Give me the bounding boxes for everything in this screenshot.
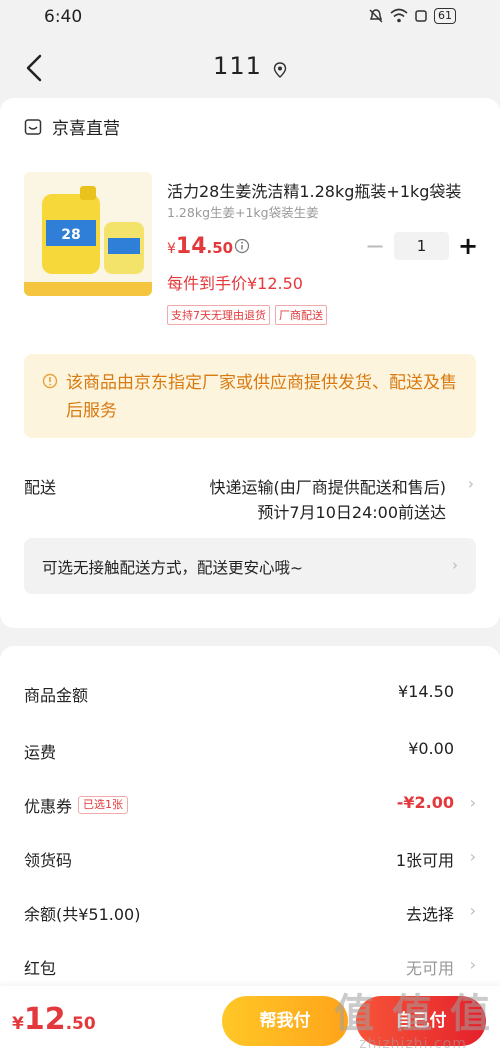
quantity-stepper: − 1 +: [364, 232, 479, 260]
tag-vendor-delivery: 厂商配送: [275, 305, 327, 325]
freight-value: ¥0.00: [408, 739, 454, 758]
goods-amount-label: 商品金额: [24, 686, 89, 705]
alarm-icon: [415, 10, 427, 22]
pickup-code-value: 1张可用: [395, 851, 454, 870]
coupon-value: -¥2.00: [396, 793, 454, 812]
contactless-chevron-right-icon: ›: [452, 556, 458, 574]
product-spec: 1.28kg生姜+1kg袋装生姜: [167, 205, 319, 220]
contactless-delivery-option[interactable]: 可选无接触配送方式，配送更安心哦~ ›: [24, 538, 476, 594]
watermark-logo: 值 值 值: [334, 991, 492, 1037]
quantity-decrease-button[interactable]: −: [364, 234, 386, 258]
help-me-pay-button[interactable]: 帮我付: [222, 996, 348, 1046]
coupon-chevron-right-icon: ›: [469, 793, 476, 812]
shipping-eta: 预计7月10日24:00前送达: [257, 503, 446, 522]
pickup-code-label: 领货码: [24, 851, 73, 870]
detergent-bottle-image: 28: [24, 172, 152, 296]
total-price: ¥12.50: [12, 1002, 96, 1037]
total-integer: 12: [23, 1002, 66, 1037]
bottom-bar: ¥12.50 帮我付 自己付 值 值 值 zhizhizhi.com: [0, 986, 500, 1056]
wifi-icon: [390, 8, 408, 23]
contactless-text: 可选无接触配送方式，配送更安心哦~: [42, 559, 303, 577]
total-symbol: ¥: [12, 1014, 24, 1034]
row-coupon[interactable]: 优惠券 已选1张 -¥2.00 ›: [0, 789, 500, 819]
page-title-wrap[interactable]: 111: [0, 52, 500, 80]
header: 111: [0, 34, 500, 100]
svg-text:28: 28: [61, 227, 80, 243]
status-time: 6:40: [44, 7, 83, 27]
store-name: 京喜直营: [52, 119, 120, 139]
shipping-chevron-right-icon[interactable]: ›: [468, 474, 474, 493]
notice-info-icon: [42, 373, 58, 389]
red-packet-value: 无可用: [405, 959, 454, 978]
product-image[interactable]: 28: [24, 172, 152, 296]
row-pickup-code[interactable]: 领货码 1张可用 ›: [0, 843, 500, 873]
price-symbol: ¥: [167, 241, 176, 257]
balance-chevron-right-icon: ›: [469, 901, 476, 920]
quantity-increase-button[interactable]: +: [457, 234, 479, 258]
price-integer: 14: [175, 234, 207, 259]
total-decimal: .50: [65, 1014, 96, 1034]
balance-value: 去选择: [405, 905, 454, 924]
red-packet-chevron-right-icon: ›: [469, 955, 476, 974]
vendor-notice: 该商品由京东指定厂家或供应商提供发货、配送及售后服务: [24, 354, 476, 438]
coupon-label-wrap: 优惠券 已选1张: [24, 793, 129, 817]
watermark-url: zhizhizhi.com: [359, 1036, 467, 1052]
shipping-method[interactable]: 快递运输(由厂商提供配送和售后): [210, 474, 447, 498]
notice-text: 该商品由京东指定厂家或供应商提供发货、配送及售后服务: [66, 373, 457, 421]
page-title: 111: [213, 52, 262, 80]
goods-amount-value: ¥14.50: [398, 682, 454, 701]
status-icons: 61: [368, 8, 456, 24]
product-price: ¥14.50: [167, 234, 233, 259]
unit-price: 每件到手价¥12.50: [167, 274, 303, 293]
product-tags: 支持7天无理由退货 厂商配送: [167, 305, 327, 325]
tag-return-policy: 支持7天无理由退货: [167, 305, 270, 325]
mute-icon: [369, 9, 383, 23]
coupon-label: 优惠券: [24, 797, 73, 816]
price-decimal: .50: [206, 239, 234, 257]
freight-label: 运费: [24, 743, 57, 762]
battery-indicator: 61: [434, 8, 456, 24]
pickup-chevron-right-icon: ›: [469, 847, 476, 866]
product-name[interactable]: 活力28生姜洗洁精1.28kg瓶装+1kg袋装: [167, 178, 467, 202]
row-red-packet[interactable]: 红包 无可用 ›: [0, 951, 500, 981]
row-balance[interactable]: 余额(共¥51.00) 去选择 ›: [0, 897, 500, 927]
coupon-selected-badge: 已选1张: [78, 796, 129, 814]
store-header[interactable]: 京喜直营: [24, 114, 120, 139]
location-pin-icon: [273, 61, 287, 78]
row-goods-amount: 商品金额 ¥14.50: [0, 678, 500, 708]
info-icon[interactable]: [234, 238, 250, 254]
watermark: 值 值 值 zhizhizhi.com: [334, 992, 492, 1052]
status-bar: 6:40 61: [0, 0, 500, 34]
order-product-card: 京喜直营 28 活力28生姜洗洁精1.28kg瓶装+1kg袋装 1.28kg生姜…: [0, 98, 500, 628]
balance-label: 余额(共¥51.00): [24, 905, 141, 924]
store-icon: [24, 118, 42, 135]
red-packet-label: 红包: [24, 959, 57, 978]
shipping-label: 配送: [24, 478, 57, 497]
row-freight: 运费 ¥0.00: [0, 735, 500, 765]
quantity-input[interactable]: 1: [394, 232, 449, 260]
